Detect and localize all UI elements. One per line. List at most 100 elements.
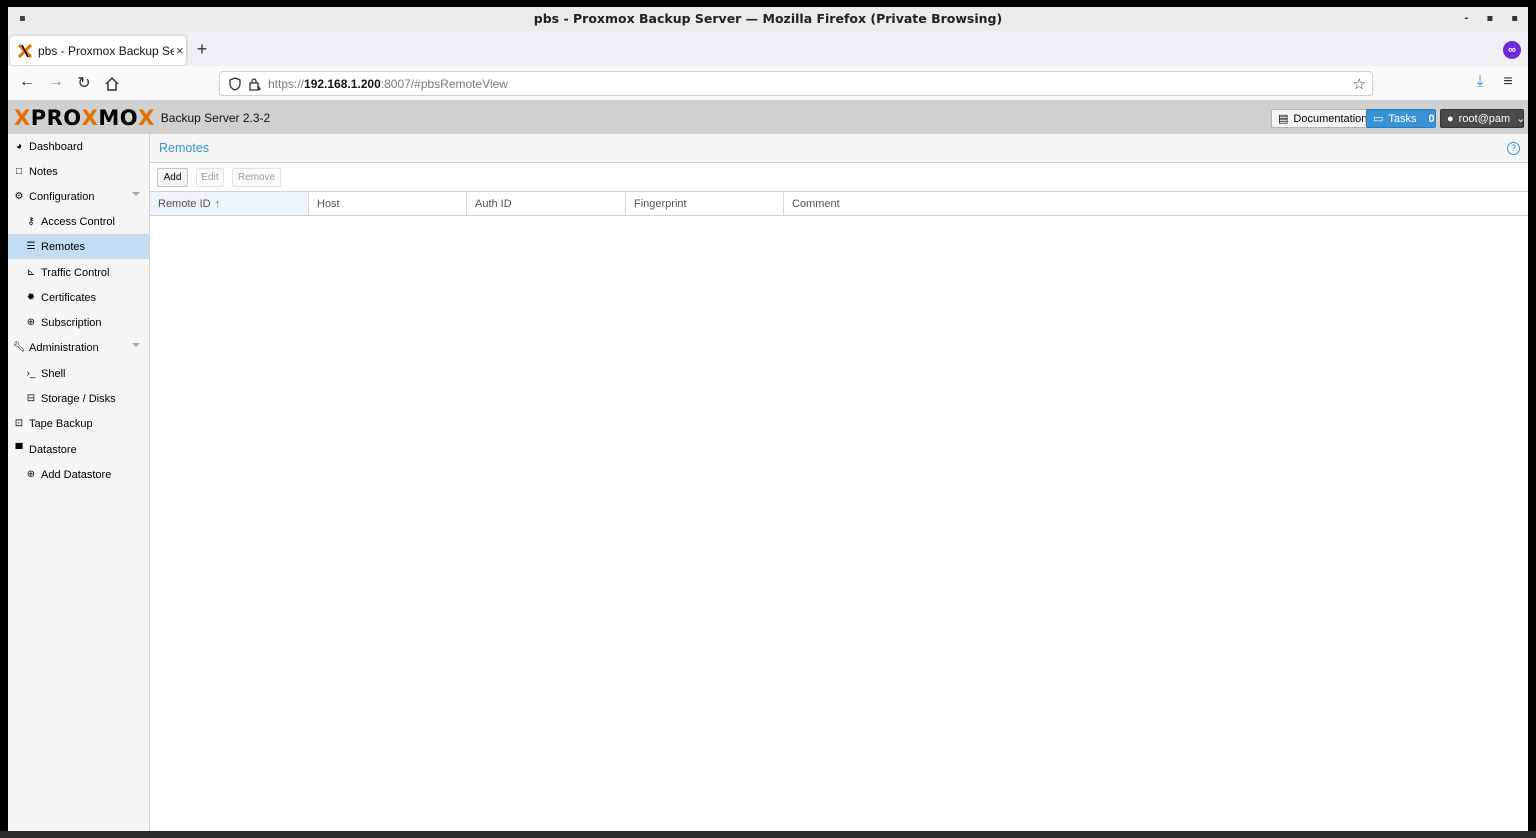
sidebar-item-remotes[interactable]: ☰ Remotes: [8, 234, 150, 259]
collapse-caret-icon[interactable]: [132, 192, 140, 196]
downloads-icon[interactable]: ⤓: [1470, 73, 1490, 91]
sidebar-item-label: Subscription: [41, 316, 102, 329]
minimize-icon[interactable]: -: [1464, 7, 1468, 31]
hdd-icon: ⊟: [26, 393, 36, 404]
sidebar-item-add-datastore[interactable]: ⊕ Add Datastore: [8, 462, 150, 487]
tab-strip: pbs - Proxmox Backup Serv × + ∞: [8, 31, 1528, 66]
sidebar-item-subscription[interactable]: ⊕ Subscription: [8, 310, 150, 335]
back-icon[interactable]: ←: [17, 73, 37, 91]
bookmark-star-icon[interactable]: ☆: [1353, 75, 1366, 93]
sidebar-item-label: Notes: [29, 165, 58, 178]
sidebar-item-traffic-control[interactable]: ⊾ Traffic Control: [8, 260, 150, 285]
sidebar-item-storage-disks[interactable]: ⊟ Storage / Disks: [8, 386, 150, 411]
window-titlebar: ▪ pbs - Proxmox Backup Server — Mozilla …: [8, 7, 1528, 31]
sidebar-item-label: Traffic Control: [41, 266, 110, 279]
tasks-button[interactable]: ▭ Tasks 0: [1366, 109, 1436, 128]
notes-icon: □: [15, 166, 23, 177]
remove-button[interactable]: Remove: [232, 168, 281, 187]
logo-text-1: PRO: [30, 105, 82, 130]
panel-title: Remotes: [159, 141, 210, 155]
archive-icon: ▀: [15, 444, 23, 455]
logo-x-mid: X: [81, 105, 99, 130]
edit-button[interactable]: Edit: [196, 168, 224, 187]
sidebar-item-label: Administration: [29, 341, 99, 354]
tasks-label: Tasks: [1388, 112, 1417, 125]
column-auth-id[interactable]: Auth ID: [467, 192, 626, 215]
column-remote-id[interactable]: Remote ID ↑: [150, 192, 309, 215]
grid-header: Remote ID ↑ Host Auth ID Fingerprint Com…: [150, 192, 1528, 216]
column-host[interactable]: Host: [309, 192, 467, 215]
close-window-icon[interactable]: ▪: [1511, 7, 1518, 31]
column-label: Fingerprint: [634, 197, 687, 210]
tab-close-icon[interactable]: ×: [176, 43, 184, 58]
column-label: Remote ID: [158, 197, 211, 210]
maximize-icon[interactable]: ▪: [1486, 7, 1493, 31]
sidebar-item-label: Tape Backup: [29, 417, 93, 430]
grid-body: [150, 217, 1528, 831]
sidebar-item-administration[interactable]: 🔧︎ Administration: [8, 335, 150, 360]
server-icon: ☰: [26, 241, 36, 252]
support-icon: ⊕: [26, 317, 36, 328]
url-bar[interactable]: https:// 192.168.1.200 :8007/#pbsRemoteV…: [219, 71, 1373, 96]
version-label: Backup Server 2.3-2: [160, 110, 271, 125]
chart-icon: ⊾: [26, 267, 36, 278]
tape-icon: ⊡: [14, 418, 24, 429]
sidebar-item-label: Certificates: [41, 291, 97, 304]
sidebar-item-shell[interactable]: ›_ Shell: [8, 361, 150, 386]
shield-icon[interactable]: [228, 76, 242, 91]
sidebar-item-dashboard[interactable]: ◕ Dashboard: [8, 134, 150, 159]
home-icon[interactable]: [104, 76, 120, 92]
collapse-caret-icon[interactable]: [132, 343, 140, 347]
column-label: Auth ID: [475, 197, 512, 210]
sidebar-item-label: Remotes: [41, 240, 86, 253]
window-controls: - ▪ ▪: [1464, 7, 1518, 31]
pbs-header: X PRO X MO X Backup Server 2.3-2 ▤ Docum…: [8, 101, 1528, 134]
add-button[interactable]: Add: [157, 168, 188, 187]
column-fingerprint[interactable]: Fingerprint: [626, 192, 784, 215]
sidebar-item-label: Configuration: [29, 190, 95, 203]
sidebar-nav: ◕ Dashboard □ Notes ⚙ Configuration ⚷ Ac…: [8, 134, 150, 831]
sidebar-item-datastore[interactable]: ▀ Datastore: [8, 437, 150, 462]
os-taskbar: [0, 831, 1536, 838]
proxmox-logo[interactable]: X PRO X MO X: [14, 106, 155, 130]
window-menu-icon[interactable]: ▪: [19, 7, 26, 31]
sort-ascending-icon: ↑: [214, 197, 221, 210]
reload-icon[interactable]: ↻: [74, 73, 94, 93]
lock-warning-icon[interactable]: [248, 77, 262, 91]
sidebar-item-label: Datastore: [29, 443, 77, 456]
url-scheme: https://: [268, 76, 305, 91]
window-title: pbs - Proxmox Backup Server — Mozilla Fi…: [533, 11, 1003, 26]
user-label: root@pam: [1458, 112, 1511, 125]
proxmox-favicon-icon: [18, 43, 32, 58]
sidebar-item-access-control[interactable]: ⚷ Access Control: [8, 209, 150, 234]
sidebar-item-certificates[interactable]: ✹ Certificates: [8, 285, 150, 310]
panel-header: Remotes ?: [150, 134, 1528, 163]
cogs-icon: ⚙: [14, 191, 24, 202]
column-label: Host: [317, 197, 340, 210]
column-label: Comment: [792, 197, 840, 210]
sidebar-item-label: Add Datastore: [41, 468, 112, 481]
browser-window: ▪ pbs - Proxmox Backup Server — Mozilla …: [8, 7, 1528, 831]
user-menu-button[interactable]: ● root@pam ⌄: [1440, 109, 1526, 128]
sidebar-item-tape-backup[interactable]: ⊡ Tape Backup: [8, 411, 150, 436]
documentation-button[interactable]: ▤ Documentation: [1271, 109, 1375, 128]
documentation-label: Documentation: [1293, 112, 1368, 125]
chevron-down-icon: ⌄: [1516, 113, 1526, 125]
user-icon: ●: [1447, 112, 1454, 125]
help-icon[interactable]: ?: [1507, 142, 1520, 155]
plus-circle-icon: ⊕: [26, 469, 36, 480]
column-comment[interactable]: Comment: [784, 192, 1528, 215]
forward-icon[interactable]: →: [46, 73, 66, 91]
menu-hamburger-icon[interactable]: ≡: [1498, 73, 1518, 91]
url-path: :8007/#pbsRemoteView: [380, 76, 508, 91]
new-tab-icon[interactable]: +: [194, 39, 210, 60]
tab-pbs[interactable]: pbs - Proxmox Backup Serv ×: [10, 36, 186, 65]
url-host: 192.168.1.200: [304, 76, 381, 91]
sidebar-item-configuration[interactable]: ⚙ Configuration: [8, 184, 150, 209]
wrench-icon: 🔧︎: [12, 342, 26, 353]
sidebar-item-notes[interactable]: □ Notes: [8, 159, 150, 184]
remotes-panel: Remotes ? Add Edit Remove Remote ID ↑ Ho…: [150, 134, 1528, 831]
key-icon: ⚷: [27, 216, 35, 227]
tasks-count: 0: [1428, 112, 1435, 125]
logo-text-2: MO: [98, 105, 139, 130]
